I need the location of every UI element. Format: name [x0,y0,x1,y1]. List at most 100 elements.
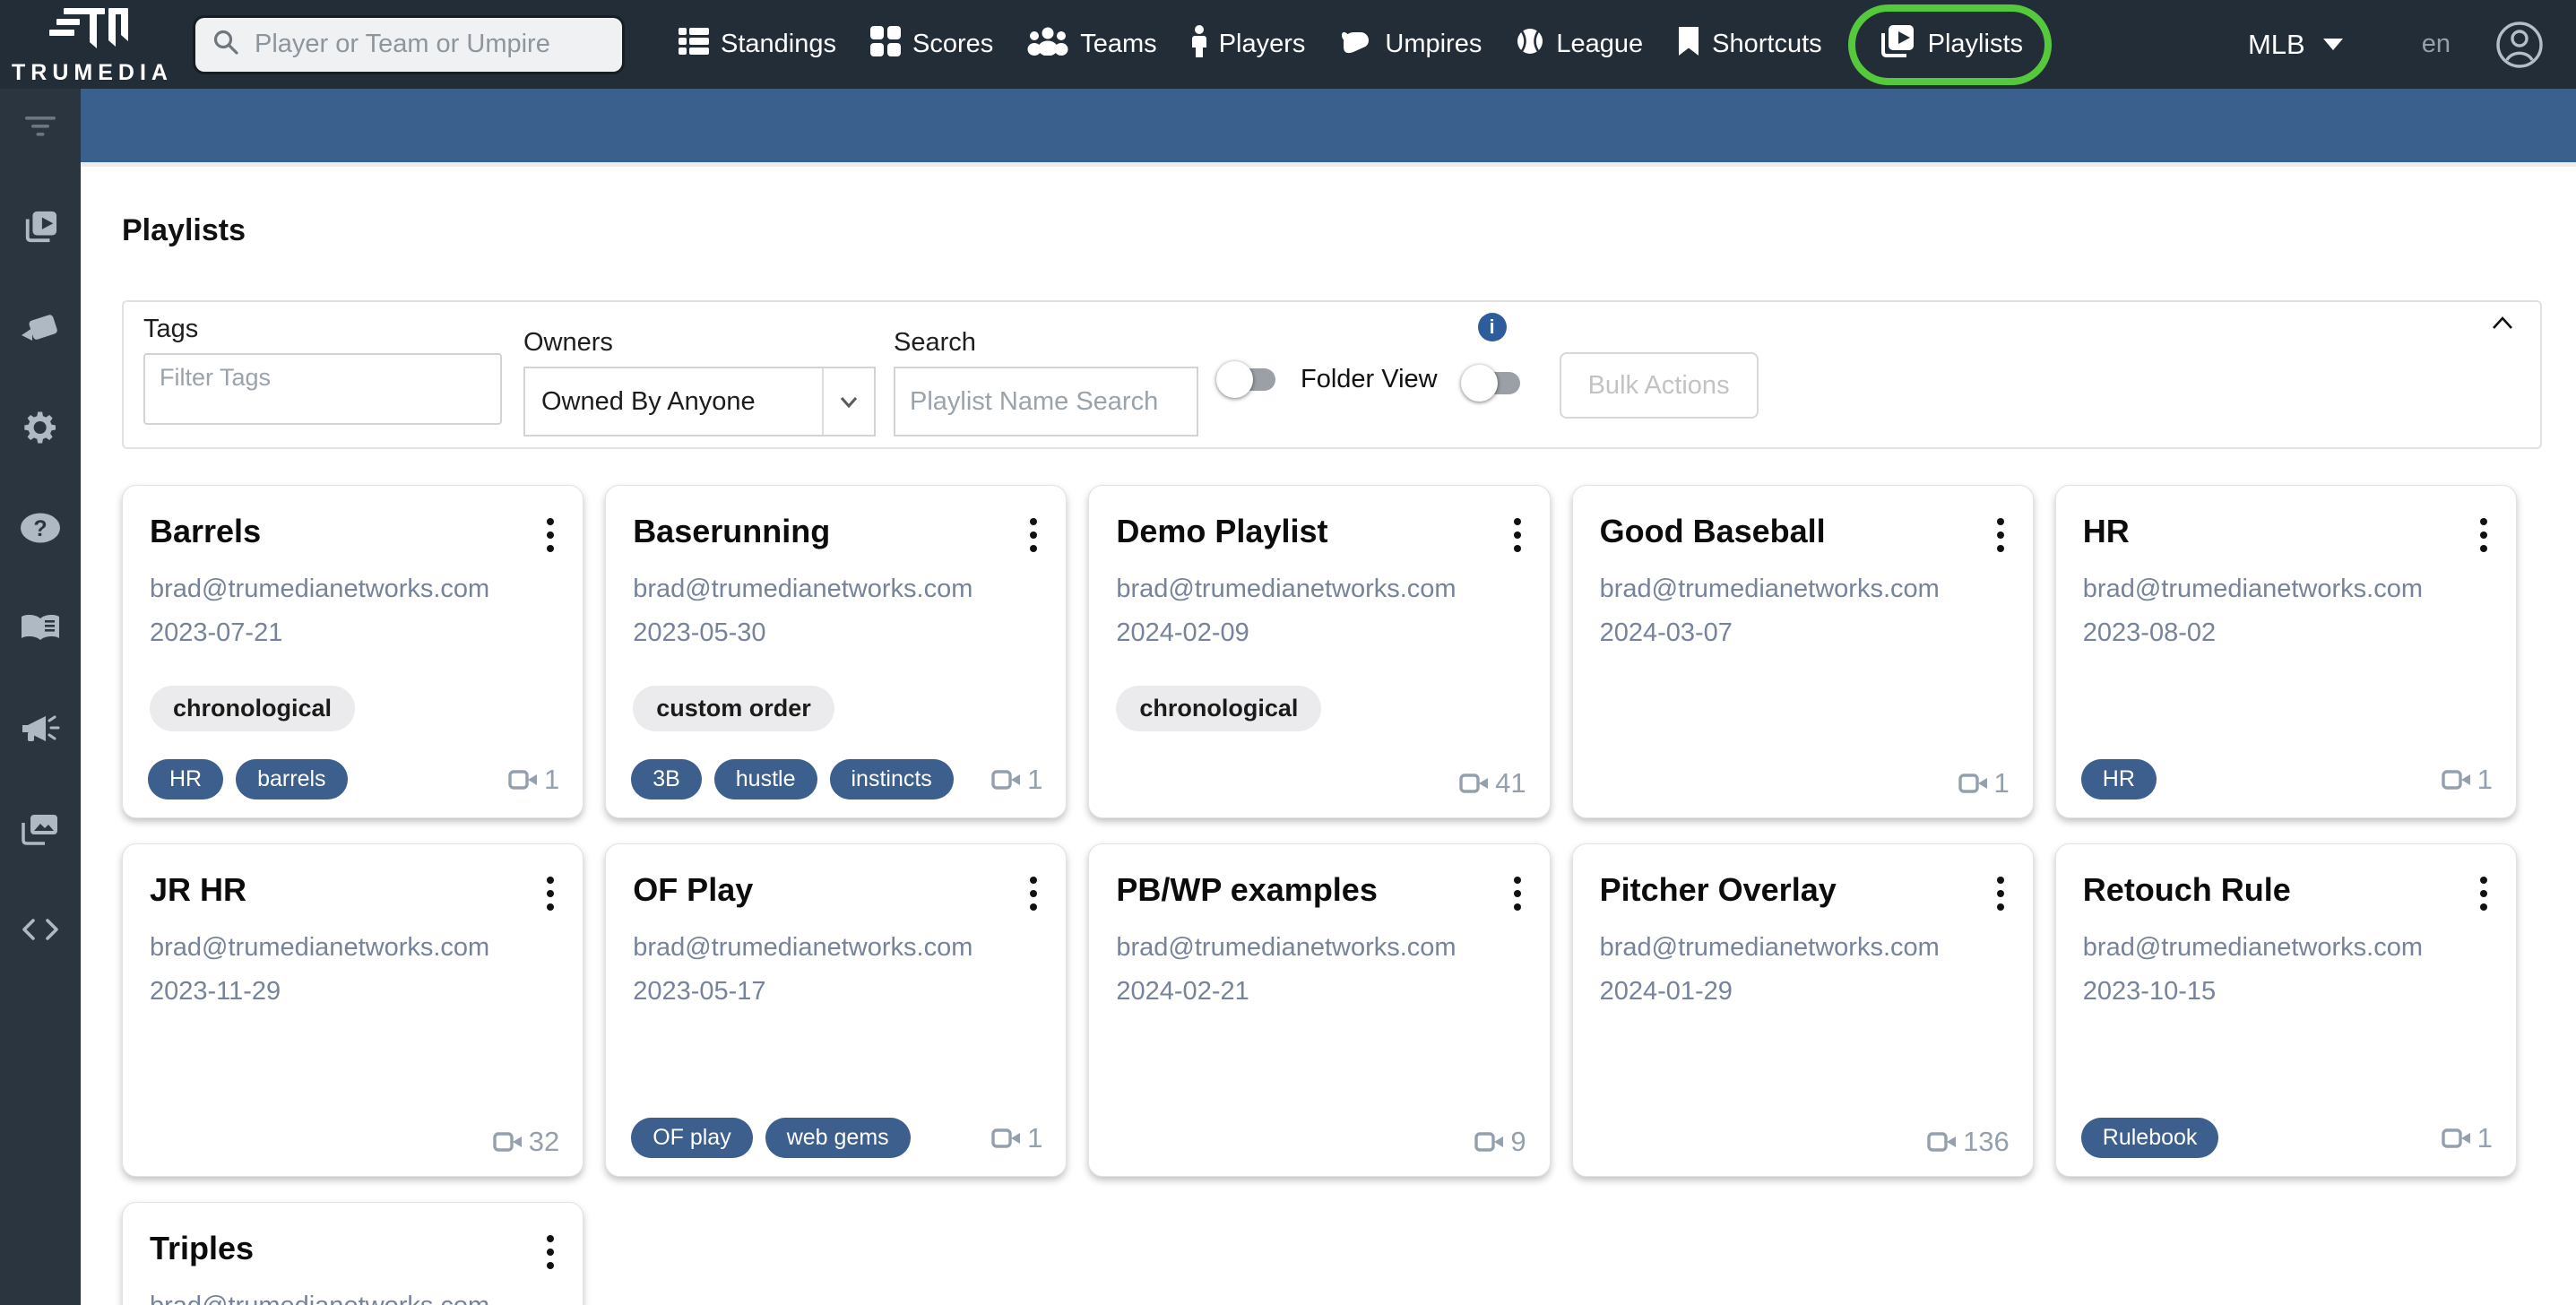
guide-book-icon[interactable] [19,612,62,644]
playlist-card[interactable]: Triples brad@trumedianetworks.com [122,1202,584,1305]
playlist-date: 2024-02-09 [1116,618,1249,648]
sidebar-cards-icon[interactable] [19,311,62,343]
playlist-title: HR [2082,513,2130,549]
language-toggle[interactable]: en [2422,30,2451,59]
umpires-icon [1339,27,1373,63]
league-icon [1516,27,1544,63]
help-icon[interactable]: ? [19,512,62,544]
kebab-menu-icon[interactable] [1510,873,1525,914]
nav-item-standings[interactable]: Standings [661,27,853,63]
playlist-owner: brad@trumedianetworks.com [1116,933,1457,963]
nav-item-label: Playlists [1927,30,2023,58]
search-filter-group: Search [894,328,1198,436]
video-count-value: 1 [543,763,560,795]
nav-item-teams[interactable]: Teams [1010,27,1173,63]
playlist-owner: brad@trumedianetworks.com [1599,575,1940,604]
trumedia-logo[interactable]: TRUMEDIA [9,3,176,86]
playlist-date: 2024-02-21 [1116,977,1249,1007]
playlist-title: Barrels [150,513,262,549]
kebab-menu-icon[interactable] [2477,873,2491,914]
sort-order-badge: custom order [633,686,834,732]
playlist-card[interactable]: PB/WP examples brad@trumedianetworks.com 2… [1088,843,1551,1177]
settings-gear-icon[interactable] [19,411,62,444]
video-camera-icon [1474,1132,1504,1152]
code-icon[interactable] [19,913,62,946]
playlist-card[interactable]: Barrels brad@trumedianetworks.com 2023-07-… [122,485,584,818]
announcements-megaphone-icon[interactable] [19,713,62,745]
kebab-menu-icon[interactable] [1026,873,1041,914]
playlist-card[interactable]: Pitcher Overlay brad@trumedianetworks.com… [1571,843,2034,1177]
playlists-grid: Barrels brad@trumedianetworks.com 2023-07-… [122,485,2517,1305]
playlist-title: JR HR [150,871,247,908]
playlist-tag[interactable]: hustle [713,759,817,799]
playlist-tag[interactable]: HR [2080,759,2157,799]
filter-icon[interactable] [19,110,62,143]
nav-items: Standings Scores Teams Players Umpires L… [661,4,2052,85]
playlists-icon [1877,23,1916,66]
playlist-tag[interactable]: barrels [236,759,348,799]
kebab-menu-icon[interactable] [1026,514,1041,556]
playlist-owner: brad@trumedianetworks.com [150,1292,556,1305]
sidebar-playlists-icon[interactable] [19,211,62,243]
search-label: Search [894,328,976,357]
teams-icon [1027,27,1068,63]
kebab-menu-icon[interactable] [543,873,558,914]
video-count-value: 1 [2477,763,2493,795]
video-camera-icon [991,769,1021,790]
playlist-tag[interactable]: instincts [829,759,954,799]
playlist-tag[interactable]: OF play [631,1118,753,1158]
search-input[interactable] [253,29,606,60]
playlist-card-footer: 9 [1114,1126,1526,1158]
league-selector[interactable]: MLB [2248,29,2343,61]
folder-view-toggle[interactable] [1216,361,1275,398]
sort-order-badge: chronological [150,686,356,732]
kebab-menu-icon[interactable] [2477,514,2491,556]
playlist-card-footer: 32 [148,1126,559,1158]
chevron-down-icon [2322,39,2343,50]
tags-filter-input[interactable]: Filter Tags [143,353,502,425]
collapse-panel-chevron-up-icon[interactable] [2488,313,2517,338]
user-account-icon[interactable] [2495,21,2544,69]
playlist-card[interactable]: Retouch Rule brad@trumedianetworks.com 202… [2054,843,2517,1177]
nav-item-league[interactable]: League [1499,27,1660,63]
global-search[interactable] [195,17,622,72]
bulk-actions-button[interactable]: Bulk Actions [1559,352,1759,419]
owners-filter-group: Owners Owned By Anyone [523,328,876,436]
kebab-menu-icon[interactable] [1993,873,2008,914]
playlist-card[interactable]: JR HR brad@trumedianetworks.com 2023-11-29… [122,843,584,1177]
bulk-actions-toggle[interactable] [1460,365,1520,402]
media-images-icon[interactable] [19,813,62,845]
kebab-menu-icon[interactable] [543,1232,558,1273]
playlist-date: 2023-08-02 [2082,618,2217,648]
playlist-card[interactable]: OF Play brad@trumedianetworks.com 2023-05-… [605,843,1068,1177]
nav-item-scores[interactable]: Scores [853,25,1010,64]
playlist-tag[interactable]: HR [148,759,224,799]
playlist-card[interactable]: Baserunning brad@trumedianetworks.com 2023… [605,485,1068,818]
svg-text:?: ? [33,516,47,541]
nav-item-label: Players [1218,30,1306,58]
nav-item-umpires[interactable]: Umpires [1322,27,1499,63]
playlist-date: 2024-01-29 [1599,977,1733,1007]
video-count: 41 [1459,767,1526,799]
playlist-tag[interactable]: web gems [765,1118,911,1158]
kebab-menu-icon[interactable] [543,514,558,556]
playlist-card[interactable]: Demo Playlist brad@trumedianetworks.com 20… [1088,485,1551,818]
video-count: 1 [991,1122,1042,1154]
playlist-name-search-input[interactable] [894,367,1198,436]
nav-item-playlists[interactable]: Playlists [1847,4,2052,85]
kebab-menu-icon[interactable] [1993,514,2008,556]
nav-item-label: Standings [721,30,836,58]
playlist-card[interactable]: Good Baseball brad@trumedianetworks.com 20… [1571,485,2034,818]
standings-icon [679,27,709,63]
nav-item-players[interactable]: Players [1174,24,1323,65]
kebab-menu-icon[interactable] [1510,514,1525,556]
owners-select[interactable]: Owned By Anyone [523,367,876,436]
trumedia-logo-mark-icon [49,3,135,59]
video-camera-icon [1927,1132,1957,1152]
playlist-tag[interactable]: 3B [631,759,702,799]
nav-item-shortcuts[interactable]: Shortcuts [1660,26,1839,64]
playlist-tag[interactable]: Rulebook [2080,1118,2219,1158]
info-icon[interactable]: i [1477,313,1507,341]
playlist-owner: brad@trumedianetworks.com [150,575,490,604]
playlist-card[interactable]: HR brad@trumedianetworks.com 2023-08-02 HR 1 [2054,485,2517,818]
